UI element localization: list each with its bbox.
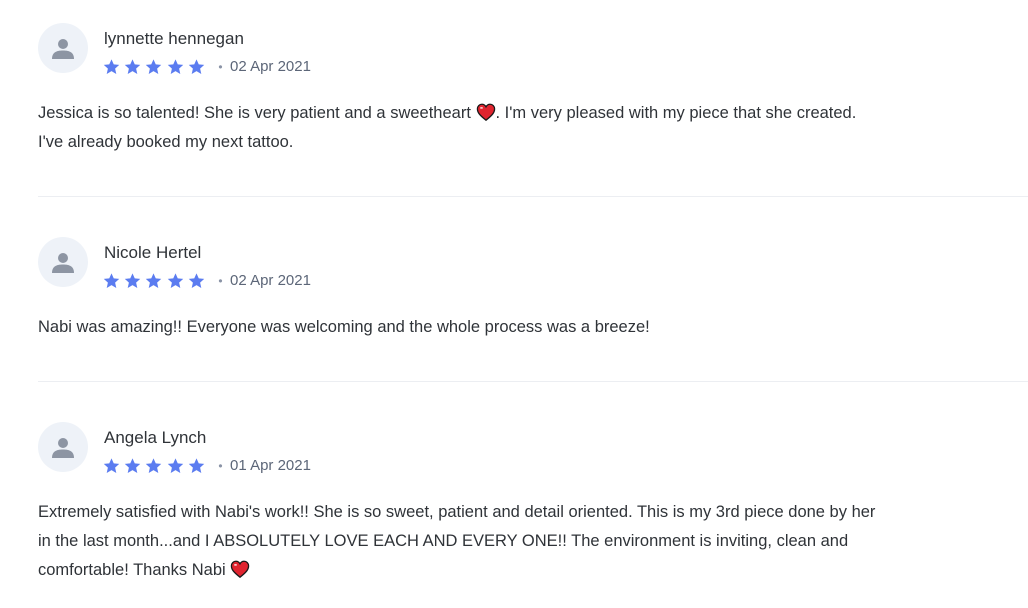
star-rating: • 02 Apr 2021 <box>102 58 311 76</box>
review-date: 02 Apr 2021 <box>230 272 311 289</box>
star-icon <box>188 458 204 473</box>
star-icon <box>146 59 162 74</box>
heart-emoji-icon <box>476 103 495 121</box>
star-icon <box>167 59 183 74</box>
star-rating: • 01 Apr 2021 <box>102 457 311 475</box>
separator-dot: • <box>218 60 223 74</box>
review-text: Jessica is so talented! She is very pati… <box>38 99 938 157</box>
review-text-part: . I'm very pleased with my piece that sh… <box>495 104 857 122</box>
star-icon <box>124 273 141 288</box>
review-card: Angela Lynch • 01 Apr 2021 Extremely sat… <box>38 422 1028 602</box>
user-silhouette-icon <box>52 39 74 59</box>
review-text-line: in the last month...and I ABSOLUTELY LOV… <box>38 532 849 550</box>
star-icon <box>188 273 204 288</box>
star-icon <box>124 458 141 473</box>
review-text: Extremely satisfied with Nabi's work!! S… <box>38 498 938 585</box>
review-card: Nicole Hertel • 02 Apr 2021 Nabi was ama… <box>38 237 1028 357</box>
heart-emoji-icon <box>231 560 250 578</box>
review-date: 01 Apr 2021 <box>230 457 311 474</box>
star-icon <box>103 273 120 288</box>
star-icon <box>103 59 120 74</box>
star-icon <box>167 273 183 288</box>
user-silhouette-icon <box>52 438 74 458</box>
review-text-line: comfortable! Thanks Nabi <box>38 561 231 579</box>
star-icon <box>146 273 162 288</box>
review-text-part: Jessica is so talented! She is very pati… <box>38 104 476 122</box>
review-text: Nabi was amazing!! Everyone was welcomin… <box>38 318 650 336</box>
review-divider <box>38 196 1028 197</box>
separator-dot: • <box>218 274 223 288</box>
review-date: 02 Apr 2021 <box>230 58 311 75</box>
user-silhouette-icon <box>52 253 74 273</box>
review-text-line: Extremely satisfied with Nabi's work!! S… <box>38 503 876 521</box>
review-text-line: I've already booked my next tattoo. <box>38 133 294 151</box>
star-rating: • 02 Apr 2021 <box>102 272 311 290</box>
review-card: lynnette hennegan • 02 Apr 2021 Jessica … <box>38 23 1028 173</box>
star-icon <box>188 59 204 74</box>
avatar <box>38 237 88 287</box>
avatar <box>38 422 88 472</box>
avatar <box>38 23 88 73</box>
star-icon <box>167 458 183 473</box>
reviewer-name: lynnette hennegan <box>104 29 244 48</box>
star-icon <box>146 458 162 473</box>
reviewer-name: Angela Lynch <box>104 428 207 447</box>
star-icon <box>124 59 141 74</box>
separator-dot: • <box>218 459 223 473</box>
star-icon <box>103 458 120 473</box>
review-divider <box>38 381 1028 382</box>
reviewer-name: Nicole Hertel <box>104 243 202 262</box>
